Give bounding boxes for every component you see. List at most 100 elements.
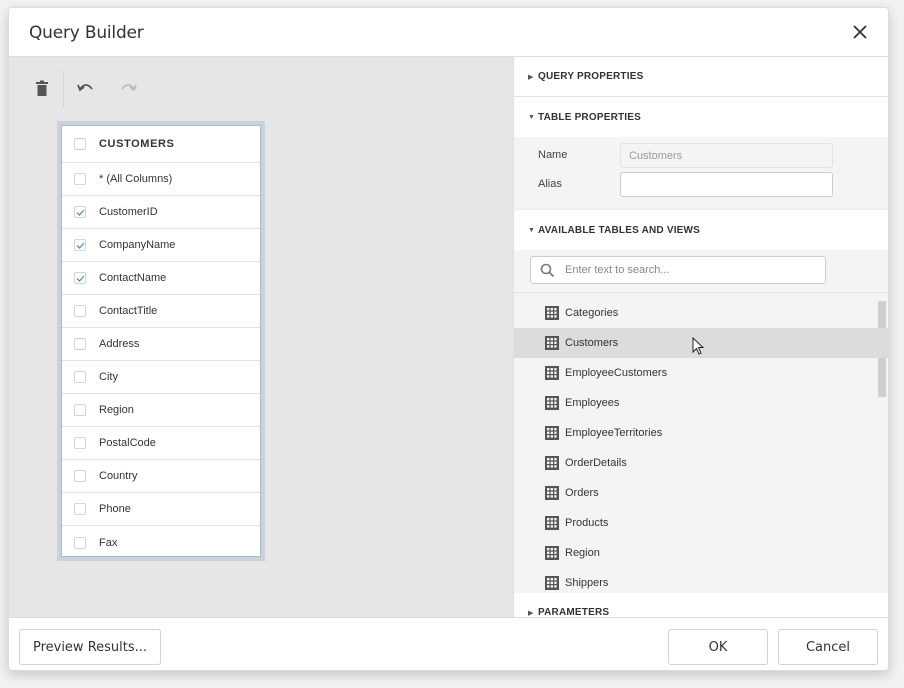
ok-button[interactable]: OK xyxy=(668,629,768,665)
collapsed-arrow-icon: ▶ xyxy=(528,73,534,81)
table-list-item-label: Shippers xyxy=(565,577,609,589)
section-label: QUERY PROPERTIES xyxy=(538,71,644,82)
close-button[interactable] xyxy=(850,22,870,42)
table-grid-icon xyxy=(545,576,559,590)
column-checkbox[interactable] xyxy=(74,503,86,515)
select-all-checkbox[interactable] xyxy=(74,138,86,150)
table-list-item-label: EmployeeTerritories xyxy=(565,427,663,439)
column-label: PostalCode xyxy=(99,437,156,449)
table-list-item[interactable]: Orders xyxy=(514,478,888,508)
checkmark-icon xyxy=(76,242,85,249)
table-list-item-label: Products xyxy=(565,517,609,529)
column-row[interactable]: * (All Columns) xyxy=(62,163,260,196)
table-properties-body: Name Alias xyxy=(514,137,888,210)
query-designer-surface[interactable]: CUSTOMERS * (All Columns) CustomerID Compa… xyxy=(9,57,513,617)
column-checkbox-checked[interactable] xyxy=(74,206,86,218)
table-list-item-label: EmployeeCustomers xyxy=(565,367,668,379)
search-box[interactable] xyxy=(530,256,826,284)
column-checkbox[interactable] xyxy=(74,404,86,416)
column-checkbox[interactable] xyxy=(74,173,86,185)
checkmark-icon xyxy=(76,209,85,216)
search-wrapper xyxy=(514,250,888,293)
column-checkbox[interactable] xyxy=(74,536,86,549)
properties-panel: ▶ QUERY PROPERTIES ▼ TABLE PROPERTIES Na… xyxy=(513,57,888,617)
column-checkbox[interactable] xyxy=(74,338,86,350)
table-list-item[interactable]: EmployeeCustomers xyxy=(514,358,888,388)
query-properties-header[interactable]: ▶ QUERY PROPERTIES xyxy=(514,57,888,97)
column-checkbox[interactable] xyxy=(74,437,86,449)
section-label: PARAMETERS xyxy=(538,607,610,617)
column-label: Country xyxy=(99,470,138,482)
expanded-arrow-icon: ▼ xyxy=(528,226,535,234)
table-name: CUSTOMERS xyxy=(99,138,175,150)
column-checkbox[interactable] xyxy=(74,470,86,482)
table-header-row[interactable]: CUSTOMERS xyxy=(62,126,260,163)
dialog-footer: Preview Results... OK Cancel xyxy=(9,617,888,670)
table-grid-icon xyxy=(545,516,559,530)
column-label: City xyxy=(99,371,118,383)
column-label: ContactName xyxy=(99,272,167,284)
table-list-item[interactable]: Region xyxy=(514,538,888,568)
undo-button[interactable] xyxy=(73,76,99,102)
alias-field[interactable] xyxy=(620,172,833,197)
table-list-item-label: Region xyxy=(565,547,600,559)
close-icon xyxy=(853,25,867,39)
table-grid-icon xyxy=(545,366,559,380)
table-list-item-label: OrderDetails xyxy=(565,457,627,469)
table-list-item[interactable]: Customers xyxy=(514,328,888,358)
search-input[interactable] xyxy=(565,260,815,280)
name-field[interactable] xyxy=(620,143,833,168)
table-list-item[interactable]: OrderDetails xyxy=(514,448,888,478)
column-row[interactable]: Address xyxy=(62,328,260,361)
parameters-header[interactable]: ▶ PARAMETERS xyxy=(514,593,888,617)
preview-results-button[interactable]: Preview Results... xyxy=(19,629,161,665)
column-label: Fax xyxy=(99,536,118,549)
column-checkbox-checked[interactable] xyxy=(74,272,86,284)
table-list-item-label: Categories xyxy=(565,307,619,319)
column-row[interactable]: City xyxy=(62,361,260,394)
customers-table-card[interactable]: CUSTOMERS * (All Columns) CustomerID Compa… xyxy=(57,121,265,561)
column-label: Address xyxy=(99,338,140,350)
mouse-cursor-icon xyxy=(692,337,705,355)
table-list-item[interactable]: EmployeeTerritories xyxy=(514,418,888,448)
alias-label: Alias xyxy=(538,178,562,190)
column-checkbox[interactable] xyxy=(74,305,86,317)
table-grid-icon xyxy=(545,306,559,320)
redo-icon xyxy=(121,84,137,92)
column-row[interactable]: Region xyxy=(62,394,260,427)
table-grid-icon xyxy=(545,336,559,350)
table-list-item-label: Employees xyxy=(565,397,620,409)
cancel-button[interactable]: Cancel xyxy=(778,629,878,665)
table-list-item[interactable]: Categories xyxy=(514,298,888,328)
name-label: Name xyxy=(538,149,568,161)
column-row[interactable]: Fax xyxy=(62,526,260,559)
expanded-arrow-icon: ▼ xyxy=(528,113,535,121)
delete-button[interactable] xyxy=(29,76,55,102)
table-list-item[interactable]: Employees xyxy=(514,388,888,418)
column-row[interactable]: Country xyxy=(62,460,260,493)
tables-list: Categories Customers EmployeeCustomers Empl… xyxy=(514,293,888,593)
checkmark-icon xyxy=(76,275,85,282)
column-row[interactable]: ContactTitle xyxy=(62,295,260,328)
column-label: CompanyName xyxy=(99,239,176,251)
column-checkbox-checked[interactable] xyxy=(74,239,86,251)
dialog-title: Query Builder xyxy=(29,23,144,43)
column-label: * (All Columns) xyxy=(99,173,173,185)
table-list-item-label: Customers xyxy=(565,337,619,349)
redo-button[interactable] xyxy=(115,76,141,102)
column-row[interactable]: ContactName xyxy=(62,262,260,295)
column-checkbox[interactable] xyxy=(74,371,86,383)
column-row[interactable]: PostalCode xyxy=(62,427,260,460)
designer-toolbar xyxy=(9,57,209,127)
available-tables-header[interactable]: ▼ AVAILABLE TABLES AND VIEWS xyxy=(514,210,888,250)
table-properties-header[interactable]: ▼ TABLE PROPERTIES xyxy=(514,97,888,137)
column-row[interactable]: CompanyName xyxy=(62,229,260,262)
section-label: AVAILABLE TABLES AND VIEWS xyxy=(538,224,701,236)
table-list-item[interactable]: Products xyxy=(514,508,888,538)
search-icon xyxy=(540,263,555,278)
query-builder-dialog: Query Builder CUSTOMERS * (All Columns) … xyxy=(8,7,889,671)
table-grid-icon xyxy=(545,456,559,470)
column-row[interactable]: Phone xyxy=(62,493,260,526)
column-row[interactable]: CustomerID xyxy=(62,196,260,229)
undo-icon xyxy=(77,84,93,92)
